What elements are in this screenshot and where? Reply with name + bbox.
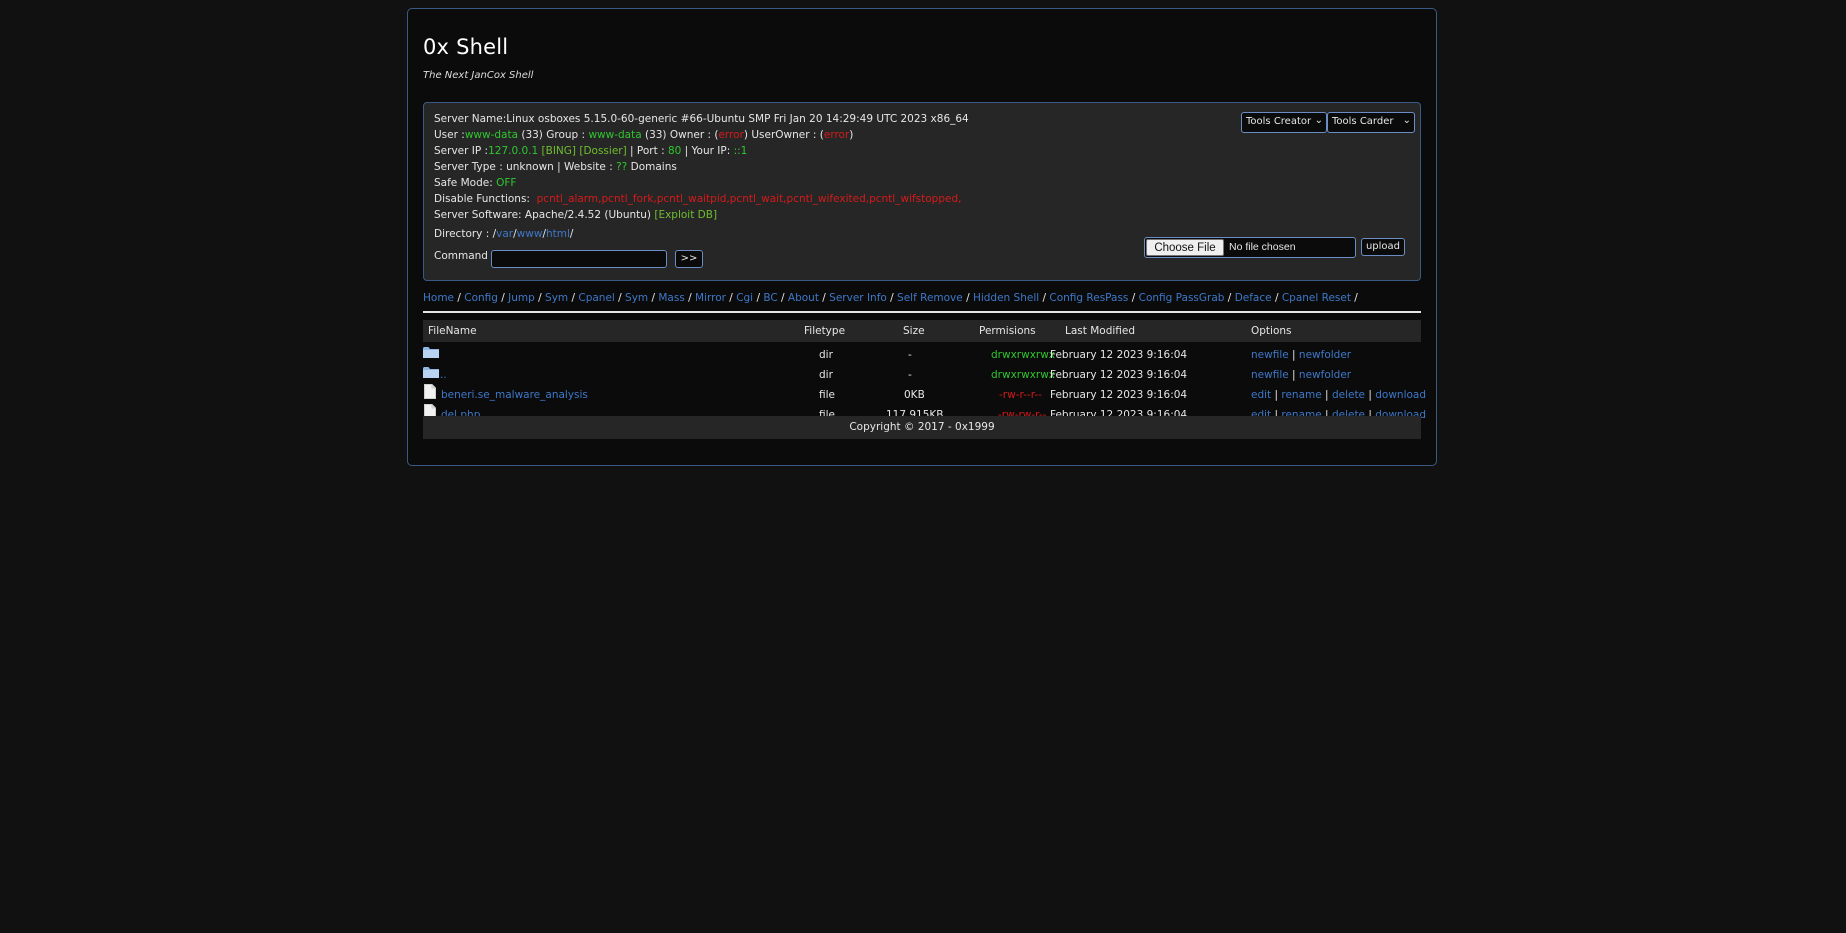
server-type-line: Server Type : unknown | Website : ?? Dom… <box>434 161 677 173</box>
table-row: .. dir - drwxrwxrwx February 12 2023 9:1… <box>423 366 1421 386</box>
edit-link[interactable]: edit <box>1251 389 1271 401</box>
dir-link-var[interactable]: var <box>496 228 513 240</box>
nav-home[interactable]: Home <box>423 292 454 304</box>
file-name-link[interactable]: .. <box>440 369 447 381</box>
shell-frame: 0x Shell The Next JanCox Shell Server Na… <box>407 8 1437 466</box>
file-options: newfile | newfolder <box>1251 349 1352 361</box>
file-options: edit | rename | delete | download <box>1251 389 1427 401</box>
divider <box>423 311 1421 313</box>
chevron-down-icon: ⌄ <box>1314 115 1323 126</box>
nav-menu: Home / Config / Jump / Sym / Cpanel / Sy… <box>423 292 1358 304</box>
file-size: 0KB <box>904 389 925 401</box>
nav-server-info[interactable]: Server Info <box>829 292 887 304</box>
delete-link[interactable]: delete <box>1332 389 1365 401</box>
dossier-link[interactable]: [Dossier] <box>576 145 626 157</box>
exploit-db-link[interactable]: [Exploit DB] <box>654 209 717 221</box>
nav-self-remove[interactable]: Self Remove <box>897 292 963 304</box>
header-permissions: Permisions <box>979 325 1036 337</box>
file-permissions: drwxrwxrwx <box>991 349 1056 361</box>
file-table-header: FileName Filetype Size Permisions Last M… <box>423 320 1421 342</box>
folder-icon <box>423 367 439 378</box>
server-name-line: Server Name:Linux osboxes 5.15.0-60-gene… <box>434 113 969 125</box>
document-icon <box>424 384 436 399</box>
newfile-link[interactable]: newfile <box>1251 369 1289 381</box>
nav-cpanel-reset[interactable]: Cpanel Reset <box>1282 292 1351 304</box>
nav-deface[interactable]: Deface <box>1235 292 1272 304</box>
server-software-line: Server Software: Apache/2.4.52 (Ubuntu) … <box>434 209 718 221</box>
server-ip-value: 127.0.0.1 <box>488 145 539 157</box>
server-ip-line: Server IP :127.0.0.1 [BING] [Dossier] | … <box>434 145 748 157</box>
dir-link-www[interactable]: www <box>517 228 543 240</box>
file-size: - <box>908 369 912 381</box>
header-size: Size <box>903 325 925 337</box>
file-permissions: -rw-r--r-- <box>999 389 1042 401</box>
nav-cpanel[interactable]: Cpanel <box>578 292 614 304</box>
nav-mirror[interactable]: Mirror <box>695 292 726 304</box>
port-value: 80 <box>667 145 682 157</box>
bing-link[interactable]: [BING] <box>538 145 577 157</box>
newfile-link[interactable]: newfile <box>1251 349 1289 361</box>
file-size: - <box>908 349 912 361</box>
header-filename: FileName <box>428 325 477 337</box>
nav-jump[interactable]: Jump <box>508 292 535 304</box>
chevron-down-icon: ⌄ <box>1402 115 1411 126</box>
dir-link-html[interactable]: html <box>546 228 570 240</box>
tools-creator-select[interactable]: Tools Creator ⌄ <box>1241 112 1327 133</box>
header-options: Options <box>1251 325 1292 337</box>
file-name-link[interactable]: beneri.se_malware_analysis <box>441 389 588 401</box>
user-value: www-data <box>464 129 519 141</box>
file-type: dir <box>819 369 833 381</box>
directory-line: Directory : /var/www/html/ <box>434 228 574 240</box>
safe-mode-line: Safe Mode: OFF <box>434 177 517 189</box>
rename-link[interactable]: rename <box>1281 389 1321 401</box>
page-title: 0x Shell <box>423 35 509 59</box>
header-filetype: Filetype <box>804 325 846 337</box>
choose-file-button[interactable]: Choose File <box>1146 239 1224 256</box>
file-type: file <box>819 389 835 401</box>
tools-carder-select[interactable]: Tools Carder ⌄ <box>1327 112 1415 133</box>
website-value: ?? <box>616 161 628 173</box>
file-permissions: drwxrwxrwx <box>991 369 1056 381</box>
command-input[interactable] <box>491 250 667 268</box>
disable-functions-value: pcntl_alarm,pcntl_fork,pcntl_waitpid,pcn… <box>536 193 962 205</box>
nav-cgi[interactable]: Cgi <box>736 292 753 304</box>
newfolder-link[interactable]: newfolder <box>1299 369 1351 381</box>
nav-config-respass[interactable]: Config ResPass <box>1049 292 1128 304</box>
download-link[interactable]: download <box>1375 389 1426 401</box>
upload-button[interactable]: upload <box>1361 238 1405 256</box>
userowner-value: error <box>823 129 850 141</box>
safe-mode-value: OFF <box>496 177 517 189</box>
nav-config[interactable]: Config <box>464 292 498 304</box>
file-modified: February 12 2023 9:16:04 <box>1050 369 1188 381</box>
file-options: newfile | newfolder <box>1251 369 1352 381</box>
nav-hidden-shell[interactable]: Hidden Shell <box>973 292 1039 304</box>
nav-bc[interactable]: BC <box>763 292 777 304</box>
nav-mass[interactable]: Mass <box>658 292 684 304</box>
disable-functions-line: Disable Functions: pcntl_alarm,pcntl_for… <box>434 193 962 205</box>
server-name-value: Linux osboxes 5.15.0-60-generic #66-Ubun… <box>506 113 969 125</box>
server-info-panel: Server Name:Linux osboxes 5.15.0-60-gene… <box>423 102 1421 281</box>
group-value: www-data <box>588 129 642 141</box>
file-type: dir <box>819 349 833 361</box>
header-last-modified: Last Modified <box>1065 325 1136 337</box>
owner-value: error <box>718 129 744 141</box>
command-label: Command : <box>434 250 495 262</box>
your-ip-value: ::1 <box>733 145 748 157</box>
nav-about[interactable]: About <box>788 292 819 304</box>
nav-sym[interactable]: Sym <box>545 292 568 304</box>
folder-icon <box>423 347 439 358</box>
file-modified: February 12 2023 9:16:04 <box>1050 349 1188 361</box>
newfolder-link[interactable]: newfolder <box>1299 349 1351 361</box>
file-input[interactable]: Choose File No file chosen <box>1144 237 1356 258</box>
file-modified: February 12 2023 9:16:04 <box>1050 389 1188 401</box>
page-subtitle: The Next JanCox Shell <box>423 70 534 81</box>
nav-sym-2[interactable]: Sym <box>625 292 648 304</box>
file-chosen-text: No file chosen <box>1229 241 1296 253</box>
command-submit-button[interactable]: >> <box>675 250 703 268</box>
user-line: User :www-data (33) Group : www-data (33… <box>434 129 854 141</box>
table-row: beneri.se_malware_analysis file 0KB -rw-… <box>423 384 1426 406</box>
table-row: dir - drwxrwxrwx February 12 2023 9:16:0… <box>423 346 1421 366</box>
footer-copyright: Copyright © 2017 - 0x1999 <box>423 416 1421 439</box>
nav-config-passgrab[interactable]: Config PassGrab <box>1139 292 1225 304</box>
